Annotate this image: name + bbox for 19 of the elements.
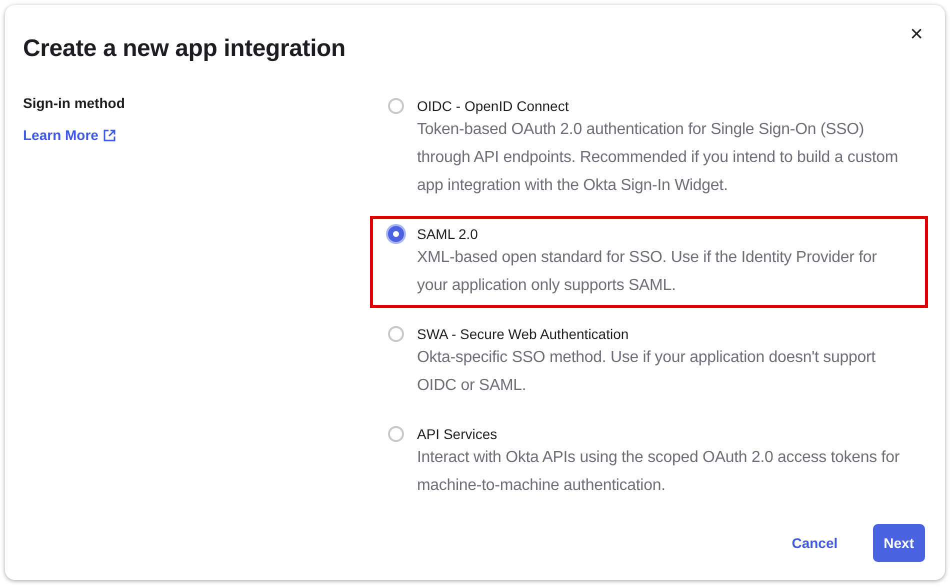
radio-button[interactable] — [388, 426, 404, 442]
external-link-icon — [103, 128, 116, 142]
close-button[interactable]: × — [906, 19, 927, 49]
section-label: Sign-in method — [23, 94, 126, 113]
option-title: SWA - Secure Web Authentication — [417, 325, 630, 344]
cancel-button[interactable]: Cancel — [780, 524, 849, 562]
radio-button[interactable] — [388, 326, 404, 342]
option-description: XML-based open standard for SSO. Use if the Identity Provider for your application only supports SAML. — [417, 248, 878, 296]
option-description: Okta-specific SSO method. Use if your application doesn't support OIDC or SAML. — [417, 348, 876, 396]
radio-button[interactable] — [388, 98, 404, 114]
next-button[interactable]: Next — [872, 524, 925, 562]
option-title: API Services — [417, 425, 498, 444]
option-title: SAML 2.0 — [417, 225, 479, 244]
option-title: OIDC - OpenID Connect — [417, 97, 570, 116]
dialog-title: Create a new app integration — [23, 35, 346, 63]
radio-button[interactable] — [388, 226, 404, 242]
option-description: Token-based OAuth 2.0 authentication for Single Sign-On (SSO) through API endpoints. Recommended if you intend to build a custom app integration with the Okta Sign-In Widget. — [417, 120, 900, 196]
option-description: Interact with Okta APIs using the scoped OAuth 2.0 access tokens for machine-to-machine authentication. — [417, 448, 901, 496]
learn-more-link[interactable]: Learn More — [23, 127, 116, 143]
